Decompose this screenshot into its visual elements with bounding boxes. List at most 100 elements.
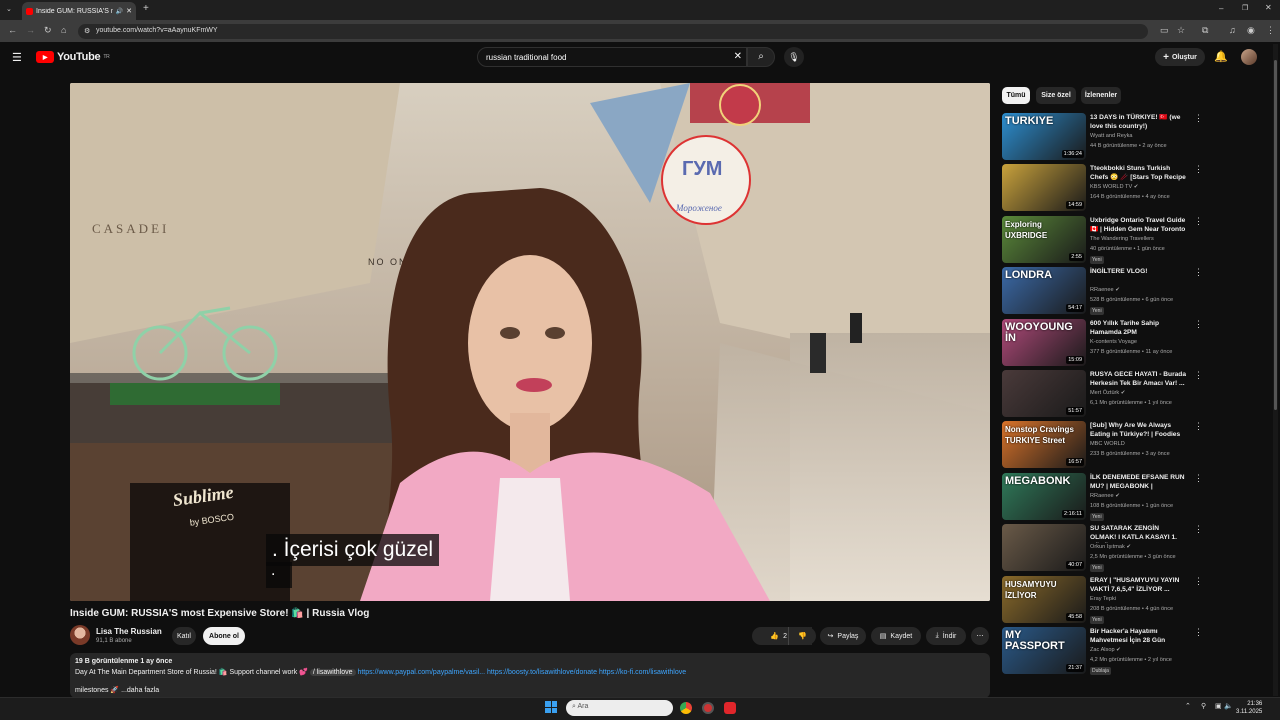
more-options-icon[interactable]: ⋮ bbox=[1194, 473, 1203, 484]
more-options-icon[interactable]: ⋮ bbox=[1194, 421, 1203, 432]
more-options-icon[interactable]: ⋮ bbox=[1194, 267, 1203, 278]
chip-watched[interactable]: İzlenenler bbox=[1081, 87, 1121, 104]
video-thumbnail[interactable]: 14:59 bbox=[1002, 164, 1086, 212]
bookmark-star-icon[interactable]: ☆ bbox=[1177, 25, 1185, 36]
recommendation-item[interactable]: LONDRA 54:17 İNGİLTERE VLOG! RRaenee ✔ 528 B… bbox=[1002, 267, 1203, 316]
recommendation-item[interactable]: 14:59 Tteokbokki Stuns Turkish Chefs 😳 🥢 … bbox=[1002, 164, 1203, 213]
video-thumbnail[interactable]: LONDRA 54:17 bbox=[1002, 267, 1086, 315]
recommendation-title[interactable]: Bir Hacker'a Hayatımı Mahvetmesi İçin 28… bbox=[1090, 627, 1186, 646]
media-icon[interactable]: ♫ bbox=[1229, 25, 1236, 35]
more-options-icon[interactable]: ⋮ bbox=[1194, 370, 1203, 381]
video-thumbnail[interactable]: MY PASSPORT 21:37 bbox=[1002, 627, 1086, 674]
system-clock[interactable]: 21:36 3.11.2025 bbox=[1236, 700, 1262, 716]
recommendation-item[interactable]: WOOYOUNG İN 15:09 600 Yıllık Tarihe Sahip … bbox=[1002, 318, 1203, 368]
recommendation-title[interactable]: İNGİLTERE VLOG! bbox=[1090, 267, 1186, 276]
extensions-icon[interactable]: ⧉ bbox=[1202, 25, 1208, 36]
home-icon[interactable]: ⌂ bbox=[61, 25, 66, 35]
search-input[interactable]: russian traditional food ✕ bbox=[477, 47, 747, 67]
subscribe-button[interactable]: Abone ol bbox=[203, 627, 245, 645]
more-options-icon[interactable]: ⋮ bbox=[1194, 164, 1203, 175]
recommendation-item[interactable]: 40:07 SU SATARAK ZENGİN OLMAK! I KATLA KA… bbox=[1002, 524, 1203, 573]
recommendation-item[interactable]: Nonstop Cravings TURKIYE Street 16:57 [Sub… bbox=[1002, 421, 1203, 470]
recommendation-channel[interactable]: KBS WORLD TV ✔ bbox=[1090, 184, 1138, 190]
address-bar[interactable]: ⚙ youtube.com/watch?v=aAaynuKFmWY bbox=[78, 24, 1148, 39]
recommendation-title[interactable]: SU SATARAK ZENGİN OLMAK! I KATLA KASAYI … bbox=[1090, 524, 1186, 543]
recommendation-title[interactable]: Tteokbokki Stuns Turkish Chefs 😳 🥢 [Star… bbox=[1090, 164, 1186, 183]
recommendation-title[interactable]: RUSYA GECE HAYATI - Burada Herkesin Tek … bbox=[1090, 370, 1186, 388]
recommendation-title[interactable]: ERAY | "HUSAMYUYU YAYIN VAKTİ 7,6,5,4" İ… bbox=[1090, 576, 1186, 594]
recommendation-title[interactable]: 600 Yıllık Tarihe Sahip Hamamda 2PM WOOY… bbox=[1090, 319, 1186, 338]
recommendation-item[interactable]: HUSAMYUYU İZLİYOR 45:58 ERAY | "HUSAMYUYU … bbox=[1002, 575, 1203, 625]
chip-for-you[interactable]: Size özel bbox=[1036, 87, 1076, 104]
recommendation-title[interactable]: Uxbridge Ontario Travel Guide 🇨🇦 | Hidde… bbox=[1090, 216, 1186, 234]
download-button[interactable]: ⤓ İndir bbox=[926, 627, 966, 645]
video-thumbnail[interactable]: 40:07 bbox=[1002, 524, 1086, 572]
voice-search-button[interactable]: 🎙 bbox=[784, 47, 804, 67]
recommendation-channel[interactable]: Orkun Işıtmak ✔ bbox=[1090, 544, 1131, 550]
video-thumbnail[interactable]: TURKIYE 1:36:24 bbox=[1002, 113, 1086, 160]
channel-handle[interactable]: / lisawithlove bbox=[309, 669, 356, 676]
video-player[interactable]: Sublime by BOSCO CASADEI NO ONE ГУМ Моро… bbox=[70, 83, 990, 601]
network-icon[interactable]: ▣ bbox=[1215, 702, 1222, 710]
chip-all[interactable]: Tümü bbox=[1002, 87, 1030, 104]
back-icon[interactable]: ← bbox=[8, 25, 17, 35]
video-thumbnail[interactable]: Nonstop Cravings TURKIYE Street 16:57 bbox=[1002, 421, 1086, 469]
site-info-icon[interactable]: ⚙ bbox=[84, 27, 90, 35]
new-tab-icon[interactable]: + bbox=[143, 3, 149, 14]
more-options-icon[interactable]: ⋮ bbox=[1194, 216, 1203, 227]
recommendation-channel[interactable]: Eray Tepki bbox=[1090, 596, 1116, 602]
browser-tab[interactable]: Inside GUM: RUSSIA'S mos 🔊 ✕ bbox=[22, 2, 136, 20]
channel-name[interactable]: Lisa The Russian bbox=[96, 627, 162, 636]
hamburger-menu-icon[interactable]: ☰ bbox=[12, 51, 22, 64]
youtube-logo[interactable]: ▶ YouTube TR bbox=[36, 51, 110, 63]
share-button[interactable]: ↪ Paylaş bbox=[820, 627, 866, 645]
save-button[interactable]: ▤ Kaydet bbox=[871, 627, 921, 645]
minimize-icon[interactable]: – bbox=[1219, 4, 1223, 13]
taskbar-search[interactable]: ⌕ Ara bbox=[566, 700, 673, 716]
recommendation-channel[interactable]: Mert Öztürk ✔ bbox=[1090, 390, 1125, 396]
boosty-link[interactable]: https://boosty.to/lisawithlove/donate bbox=[487, 669, 597, 676]
windows-start-icon[interactable] bbox=[545, 701, 557, 713]
maximize-icon[interactable]: ❐ bbox=[1242, 4, 1248, 12]
recommendation-title[interactable]: İLK DENEMEDE EFSANE RUN MU? | MEGABONK | bbox=[1090, 473, 1186, 491]
recommendation-channel[interactable]: The Wandering Travellers bbox=[1090, 236, 1154, 242]
kofi-link[interactable]: https://ko-fi.com/lisawithlove bbox=[599, 669, 686, 676]
recommendation-channel[interactable]: RRaenee ✔ bbox=[1090, 493, 1120, 499]
recommendation-title[interactable]: [Sub] Why Are We Always Eating in Türkiy… bbox=[1090, 421, 1186, 440]
tray-app-icon[interactable]: ⚲ bbox=[1201, 702, 1206, 710]
close-window-icon[interactable]: ✕ bbox=[1265, 3, 1272, 12]
more-options-icon[interactable]: ⋮ bbox=[1194, 524, 1203, 535]
join-button[interactable]: Katıl bbox=[172, 627, 196, 645]
recommendation-channel[interactable]: K-contents Voyage bbox=[1090, 339, 1137, 345]
forward-icon[interactable]: → bbox=[26, 25, 35, 35]
recommendation-title[interactable]: 13 DAYS in TÜRKIYE! 🇹🇷 (we love this cou… bbox=[1090, 113, 1186, 131]
video-thumbnail[interactable]: Exploring UXBRIDGE 2:55 bbox=[1002, 215, 1086, 263]
recommendation-channel[interactable]: MBC WORLD bbox=[1090, 441, 1125, 447]
notifications-bell-icon[interactable]: 🔔 bbox=[1214, 50, 1228, 63]
account-avatar[interactable] bbox=[1241, 49, 1257, 65]
tab-list-icon[interactable]: ⌄ bbox=[6, 5, 12, 13]
video-thumbnail[interactable]: HUSAMYUYU İZLİYOR 45:58 bbox=[1002, 575, 1086, 623]
description-more[interactable]: milestones 🚀 ...daha fazla bbox=[75, 686, 985, 694]
video-thumbnail[interactable]: WOOYOUNG İN 15:09 bbox=[1002, 318, 1086, 366]
description-box[interactable]: 19 B görüntülenme 1 ay önce Day At The M… bbox=[70, 653, 990, 698]
browser-menu-icon[interactable]: ⋮ bbox=[1266, 25, 1275, 36]
tray-chevron-icon[interactable]: ⌃ bbox=[1185, 702, 1191, 710]
recommendation-item[interactable]: MEGABONK 2:16:11 İLK DENEMEDE EFSANE RUN M… bbox=[1002, 472, 1203, 522]
reload-icon[interactable]: ↻ bbox=[44, 25, 52, 36]
dislike-button[interactable]: 👎 bbox=[788, 627, 816, 645]
video-thumbnail[interactable]: 51:57 bbox=[1002, 370, 1086, 417]
search-button[interactable]: ⌕ bbox=[747, 47, 775, 67]
recommendation-channel[interactable]: RRaenee ✔ bbox=[1090, 287, 1120, 293]
recommendation-item[interactable]: 51:57 RUSYA GECE HAYATI - Burada Herkesin… bbox=[1002, 370, 1203, 419]
profile-icon[interactable]: ◉ bbox=[1247, 25, 1255, 36]
more-options-icon[interactable]: ⋮ bbox=[1194, 576, 1203, 587]
recommendation-item[interactable]: Exploring UXBRIDGE 2:55 Uxbridge Ontario T… bbox=[1002, 215, 1203, 265]
app-taskbar-icon[interactable] bbox=[702, 702, 714, 714]
more-options-icon[interactable]: ⋮ bbox=[1194, 627, 1203, 638]
recommendation-item[interactable]: MY PASSPORT 21:37 Bir Hacker'a Hayatımı Ma… bbox=[1002, 627, 1203, 676]
channel-avatar[interactable] bbox=[70, 625, 90, 645]
red-app-taskbar-icon[interactable] bbox=[724, 702, 736, 714]
more-options-icon[interactable]: ⋮ bbox=[1194, 319, 1203, 330]
chrome-taskbar-icon[interactable] bbox=[680, 702, 692, 714]
